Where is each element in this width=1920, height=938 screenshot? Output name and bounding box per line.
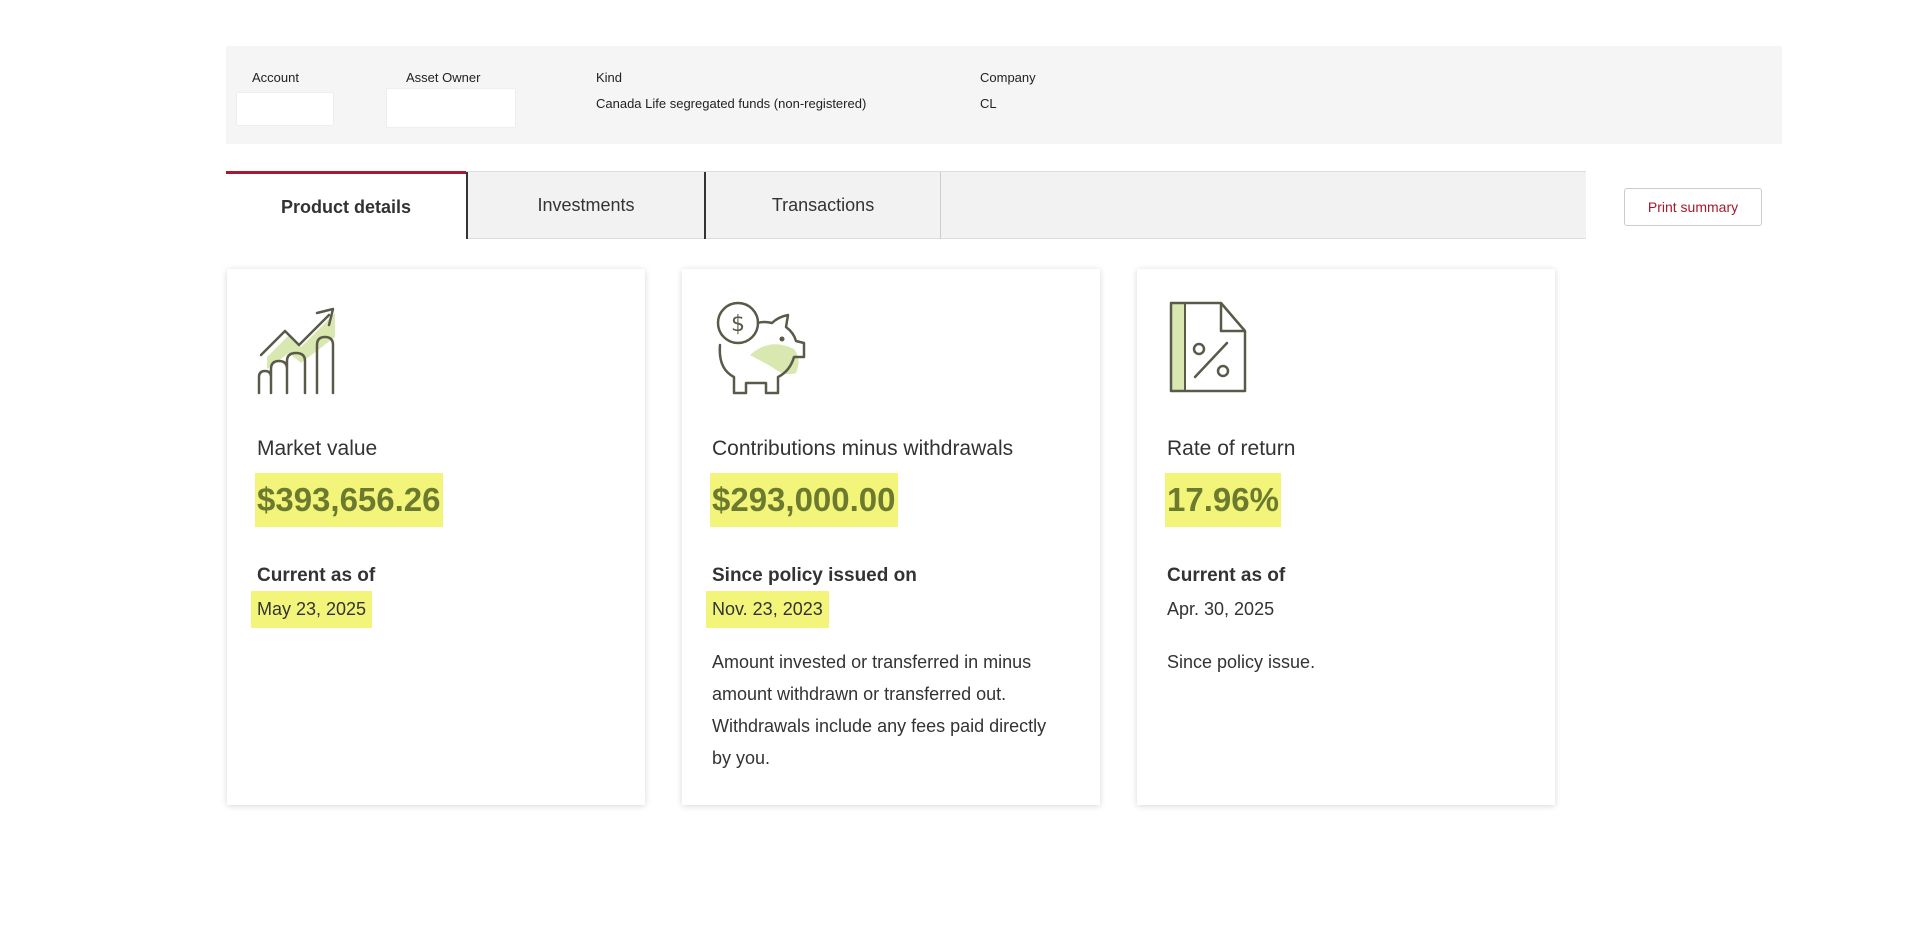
card-title: Rate of return	[1167, 437, 1296, 460]
card-date: May 23, 2025	[251, 591, 373, 628]
print-summary-button[interactable]: Print summary	[1624, 188, 1762, 226]
company-field: Company CL	[980, 70, 1036, 112]
kind-value: Canada Life segregated funds (non-regist…	[596, 96, 867, 111]
card-sub-label: Current as of	[1167, 565, 1286, 586]
asset-owner-label: Asset Owner	[406, 70, 481, 85]
tab-bar: Product details Investments Transactions	[226, 171, 1586, 240]
page: Account Asset Owner Kind Canada Life seg…	[0, 0, 1920, 938]
card-value: $393,656.26	[255, 473, 443, 527]
tab-transactions[interactable]: Transactions	[706, 172, 940, 239]
tab-investments[interactable]: Investments	[468, 172, 704, 239]
card-title: Contributions minus withdrawals	[712, 437, 1014, 460]
card-value: 17.96%	[1165, 473, 1281, 527]
kind-field: Kind Canada Life segregated funds (non-r…	[596, 70, 866, 112]
asset-owner-value-redacted	[386, 88, 516, 128]
card-sub-label: Current as of	[257, 565, 376, 586]
rate-of-return-card: Rate of return 17.96% Current as of Apr.…	[1137, 269, 1555, 805]
tab-divider	[940, 172, 941, 239]
account-value-redacted	[236, 92, 334, 126]
card-note: Since policy issue.	[1167, 652, 1316, 672]
svg-text:$: $	[731, 312, 745, 337]
tab-product-details[interactable]: Product details	[226, 171, 466, 240]
card-date: Nov. 23, 2023	[706, 591, 829, 628]
card-title: Market value	[257, 437, 378, 460]
account-field: Account	[252, 70, 299, 86]
market-value-card: Market value $393,656.26 Current as of M…	[227, 269, 645, 805]
card-date: Apr. 30, 2025	[1167, 599, 1275, 619]
percent-document-icon	[1165, 297, 1265, 397]
contributions-card: $ Contributions minus withdrawals $293,0…	[682, 269, 1100, 805]
piggy-bank-icon: $	[710, 297, 810, 397]
account-label: Account	[252, 70, 299, 85]
card-note: Amount invested or transferred in minus …	[712, 652, 1047, 768]
kind-label: Kind	[596, 70, 623, 85]
company-label: Company	[980, 70, 1036, 85]
card-value: $293,000.00	[710, 473, 898, 527]
account-info-panel: Account Asset Owner Kind Canada Life seg…	[226, 46, 1782, 144]
card-sub-label: Since policy issued on	[712, 565, 917, 586]
growth-chart-icon	[255, 297, 355, 397]
asset-owner-field: Asset Owner	[406, 70, 480, 86]
company-value: CL	[980, 96, 997, 111]
